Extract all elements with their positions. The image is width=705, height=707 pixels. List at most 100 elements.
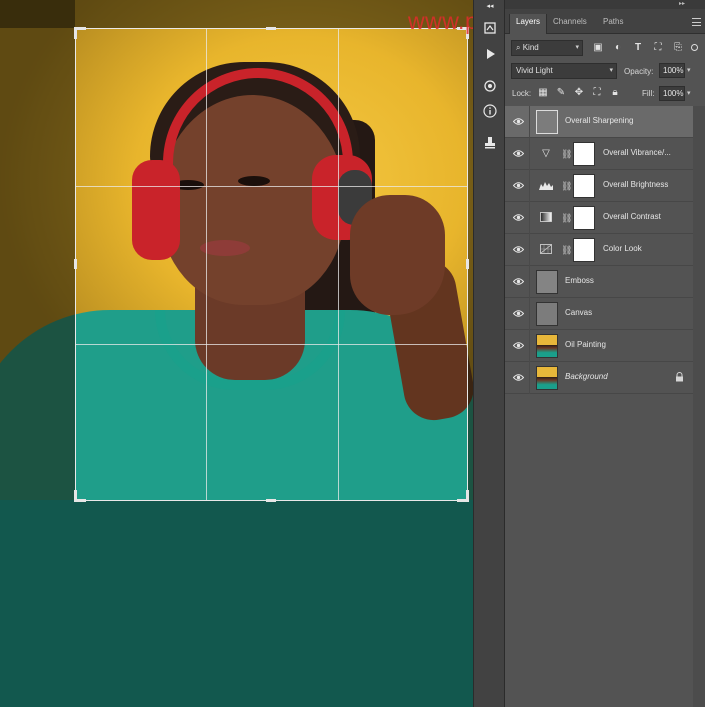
fill-input[interactable]: 100% bbox=[659, 86, 685, 101]
visibility-eye-icon[interactable] bbox=[513, 373, 524, 382]
lock-artboard-icon[interactable]: ⛶ bbox=[591, 87, 603, 99]
color-panel-icon[interactable] bbox=[480, 76, 500, 96]
chevron-down-icon[interactable]: ▾ bbox=[687, 66, 691, 74]
layer-name[interactable]: Overall Vibrance/... bbox=[603, 148, 691, 157]
crop-handle-bottom-left[interactable] bbox=[74, 490, 77, 502]
layer-name[interactable]: Color Look bbox=[603, 244, 642, 253]
link-chain-icon[interactable]: ⛓ bbox=[561, 244, 572, 256]
crop-handle-top[interactable] bbox=[266, 27, 276, 30]
visibility-eye-icon[interactable] bbox=[513, 277, 524, 286]
layer-divider bbox=[529, 106, 530, 138]
visibility-eye-icon[interactable] bbox=[513, 181, 524, 190]
panel-icon-strip: ◂◂ bbox=[473, 0, 505, 707]
layer-thumbnail bbox=[536, 334, 558, 358]
actions-play-icon[interactable] bbox=[480, 44, 500, 64]
layer-divider bbox=[529, 330, 530, 362]
collapse-arrows-icon[interactable]: ◂◂ bbox=[480, 2, 500, 10]
chevron-down-icon: ▾ bbox=[609, 67, 613, 74]
document-canvas[interactable] bbox=[0, 0, 473, 707]
layer-row[interactable]: ⛓ Overall Contrast bbox=[505, 202, 693, 234]
chevron-down-icon[interactable]: ▾ bbox=[687, 89, 691, 97]
layer-filter-kind-dropdown[interactable]: ⌕ Kind ▾ bbox=[511, 40, 583, 56]
layer-name[interactable]: Overall Contrast bbox=[603, 212, 661, 221]
crop-handle-left[interactable] bbox=[74, 259, 77, 269]
layer-row[interactable]: ⛓ Overall Brightness bbox=[505, 170, 693, 202]
lock-image-pixels-icon[interactable]: ✎ bbox=[555, 87, 567, 99]
layer-row[interactable]: ▽ ⛓ Overall Vibrance/... bbox=[505, 138, 693, 170]
opacity-label: Opacity: bbox=[624, 67, 654, 76]
filter-adjustment-icon[interactable]: ◐ bbox=[611, 42, 625, 54]
collapse-panel-icon[interactable]: ▸▸ bbox=[679, 0, 685, 7]
tab-paths[interactable]: Paths bbox=[597, 14, 629, 34]
lock-icon[interactable] bbox=[675, 372, 685, 382]
visibility-eye-icon[interactable] bbox=[513, 213, 524, 222]
layer-name[interactable]: Canvas bbox=[565, 308, 592, 317]
crop-grid-line bbox=[76, 344, 467, 345]
visibility-eye-icon[interactable] bbox=[513, 149, 524, 158]
lock-label: Lock: bbox=[512, 89, 532, 98]
layer-divider bbox=[529, 138, 530, 170]
filter-smart-object-icon[interactable]: ⎘ bbox=[671, 42, 685, 54]
layer-mask-thumbnail[interactable] bbox=[573, 206, 595, 230]
layer-name[interactable]: Oil Painting bbox=[565, 340, 606, 349]
fill-label: Fill: bbox=[642, 89, 655, 98]
visibility-eye-icon[interactable] bbox=[513, 117, 524, 126]
vibrance-icon: ▽ bbox=[542, 148, 550, 159]
lock-all-icon[interactable]: 🔒︎ bbox=[609, 87, 621, 99]
crop-box[interactable] bbox=[74, 27, 469, 502]
layer-name[interactable]: Overall Sharpening bbox=[565, 116, 633, 125]
layer-mask-thumbnail[interactable] bbox=[573, 174, 595, 198]
crop-shield-left bbox=[0, 0, 75, 500]
panel-tabs: Layers Channels Paths bbox=[505, 9, 705, 34]
crop-handle-bottom[interactable] bbox=[266, 499, 276, 502]
layer-mask-thumbnail[interactable] bbox=[573, 142, 595, 166]
lock-position-icon[interactable]: ✥ bbox=[573, 87, 585, 99]
layer-mask-thumbnail[interactable] bbox=[573, 238, 595, 262]
layer-row[interactable]: ⛓ Color Look bbox=[505, 234, 693, 266]
levels-icon bbox=[538, 180, 554, 192]
link-chain-icon[interactable]: ⛓ bbox=[561, 148, 572, 160]
filter-toggle-icon[interactable] bbox=[691, 44, 698, 51]
layers-scrollbar[interactable] bbox=[693, 106, 705, 707]
layer-row[interactable]: Oil Painting bbox=[505, 330, 693, 362]
crop-handle-right[interactable] bbox=[466, 259, 469, 269]
layer-row[interactable]: Background bbox=[505, 362, 693, 394]
clone-source-icon[interactable] bbox=[480, 133, 500, 153]
crop-grid-line bbox=[206, 29, 207, 500]
visibility-eye-icon[interactable] bbox=[513, 245, 524, 254]
opacity-input[interactable]: 100% bbox=[659, 63, 685, 78]
layer-divider bbox=[529, 202, 530, 234]
crop-shield-bottom bbox=[0, 500, 473, 707]
layer-row[interactable]: Canvas bbox=[505, 298, 693, 330]
gradient-map-icon bbox=[538, 212, 554, 224]
layer-name[interactable]: Overall Brightness bbox=[603, 180, 668, 189]
layer-divider bbox=[529, 234, 530, 266]
panel-menu-icon[interactable] bbox=[692, 18, 701, 26]
blend-mode-dropdown[interactable]: Vivid Light ▾ bbox=[511, 63, 617, 79]
tab-channels[interactable]: Channels bbox=[547, 14, 593, 34]
crop-handle-bottom-right[interactable] bbox=[466, 490, 469, 502]
layer-row[interactable]: Emboss bbox=[505, 266, 693, 298]
layer-name[interactable]: Background bbox=[565, 372, 608, 381]
filter-type-icon[interactable]: T bbox=[631, 42, 645, 54]
color-lookup-icon bbox=[538, 244, 554, 256]
info-icon[interactable] bbox=[480, 101, 500, 121]
layer-name[interactable]: Emboss bbox=[565, 276, 594, 285]
chevron-down-icon: ▾ bbox=[575, 44, 579, 51]
layer-thumbnail bbox=[536, 302, 558, 326]
crop-grid-line bbox=[338, 29, 339, 500]
filter-shape-icon[interactable]: ⛶ bbox=[651, 42, 665, 54]
layer-row[interactable]: Overall Sharpening bbox=[505, 106, 693, 138]
crop-handle-top-left[interactable] bbox=[74, 27, 77, 39]
link-chain-icon[interactable]: ⛓ bbox=[561, 212, 572, 224]
lock-transparent-pixels-icon[interactable]: ▦ bbox=[537, 87, 549, 99]
history-panel-icon[interactable] bbox=[480, 18, 500, 38]
layer-divider bbox=[529, 266, 530, 298]
visibility-eye-icon[interactable] bbox=[513, 341, 524, 350]
layer-thumbnail bbox=[536, 366, 558, 390]
filter-kind-label: Kind bbox=[522, 43, 539, 52]
tab-layers[interactable]: Layers bbox=[509, 14, 548, 34]
link-chain-icon[interactable]: ⛓ bbox=[561, 180, 572, 192]
filter-pixel-icon[interactable]: ▣ bbox=[591, 42, 605, 54]
visibility-eye-icon[interactable] bbox=[513, 309, 524, 318]
